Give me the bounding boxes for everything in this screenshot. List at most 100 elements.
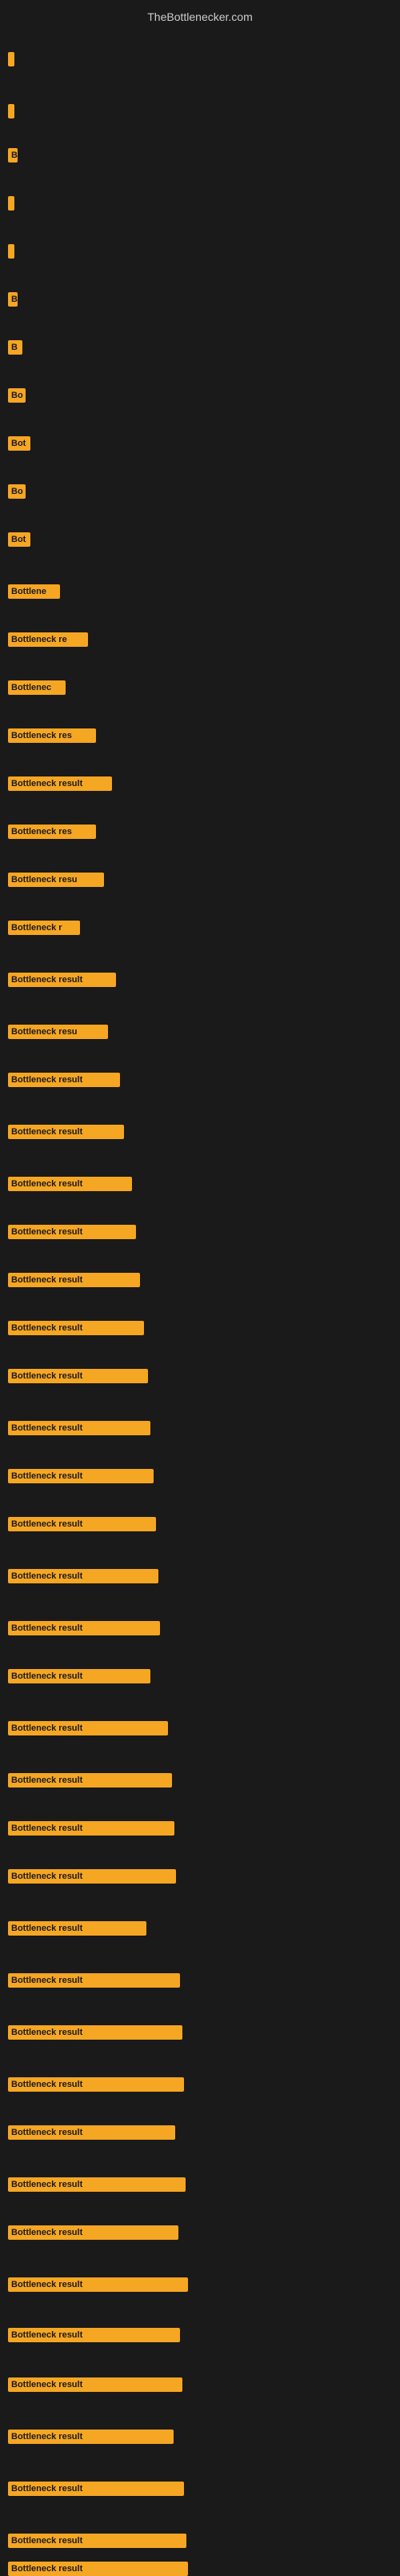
bar-label: Bottleneck resu xyxy=(11,1027,78,1037)
bar-item: Bottleneck result xyxy=(8,2328,180,2342)
bar-item: Bottleneck result xyxy=(8,2177,186,2192)
bar-item: Bottleneck res xyxy=(8,728,96,743)
bar-row: Bottleneck result xyxy=(8,1517,156,1531)
bar-label: Bo xyxy=(11,391,23,400)
bar-label: Bottleneck result xyxy=(11,1371,82,1381)
bar-item xyxy=(8,244,14,259)
bar-row: Bottleneck result xyxy=(8,2430,174,2444)
bar-item: Bottleneck result xyxy=(8,2377,182,2392)
bar-item: Bottleneck result xyxy=(8,1569,158,1583)
bar-item xyxy=(8,104,14,118)
bar-row: Bottleneck result xyxy=(8,1773,172,1788)
bar-row: Bottleneck result xyxy=(8,973,116,987)
bar-item: Bottleneck result xyxy=(8,776,112,791)
bar-label: Bottleneck result xyxy=(11,2484,82,2494)
bar-label: Bottleneck result xyxy=(11,1571,82,1581)
bar-item: Bottleneck resu xyxy=(8,1025,108,1039)
bar-item: Bo xyxy=(8,484,26,499)
bar-row: Bottleneck result xyxy=(8,1821,174,1836)
bar-row xyxy=(8,196,14,211)
bar-item: Bot xyxy=(8,532,30,547)
bar-item xyxy=(8,52,14,66)
bar-row: Bottleneck result xyxy=(8,2125,175,2140)
bar-row: Bottleneck result xyxy=(8,2277,188,2292)
bar-item: Bottleneck result xyxy=(8,1721,168,1735)
bar-row: Bottleneck result xyxy=(8,1469,154,1483)
bar-label: Bottleneck result xyxy=(11,2330,82,2340)
bar-item: Bottleneck result xyxy=(8,1821,174,1836)
bar-row xyxy=(8,104,14,118)
bar-row xyxy=(8,244,14,259)
bar-row: Bottleneck res xyxy=(8,728,96,743)
bar-label: Bottleneck result xyxy=(11,1275,82,1285)
bar-label: Bottleneck result xyxy=(11,2080,82,2089)
bar-label: Bottleneck result xyxy=(11,1519,82,1529)
bar-label: Bottleneck result xyxy=(11,1924,82,1933)
bar-label: Bottleneck result xyxy=(11,2180,82,2189)
bar-row: Bottleneck r xyxy=(8,921,80,935)
bar-row: Bottleneck result xyxy=(8,1869,176,1884)
bar-item: Bottleneck result xyxy=(8,2125,175,2140)
bar-row: Bot xyxy=(8,532,30,547)
bar-label: Bottleneck result xyxy=(11,1671,82,1681)
bar-row: Bottleneck result xyxy=(8,1369,148,1383)
bar-label: Bot xyxy=(11,535,26,544)
bar-row: Bottleneck result xyxy=(8,1125,124,1139)
bar-item: Bottleneck result xyxy=(8,1669,150,1683)
bar-row: B xyxy=(8,148,18,163)
bar-row: Bottleneck result xyxy=(8,2562,188,2576)
bar-label: Bottleneck result xyxy=(11,2536,82,2546)
bar-item: Bottleneck result xyxy=(8,1469,154,1483)
bar-row: Bottleneck result xyxy=(8,1921,146,1936)
bar-item: Bottleneck resu xyxy=(8,873,104,887)
bar-item: Bottleneck result xyxy=(8,1369,148,1383)
bar-item: Bottleneck result xyxy=(8,1125,124,1139)
bar-row: Bottleneck result xyxy=(8,1073,120,1087)
bar-label: Bottleneck result xyxy=(11,1323,82,1333)
bar-row: Bottleneck result xyxy=(8,2177,186,2192)
bar-label: Bottleneck r xyxy=(11,923,62,933)
bar-label: Bottleneck result xyxy=(11,2280,82,2289)
bar-row: Bottleneck result xyxy=(8,2328,180,2342)
bar-row: Bot xyxy=(8,436,30,451)
bar-item xyxy=(8,196,14,211)
bar-row: Bottlenec xyxy=(8,680,66,695)
bar-label: Bottleneck result xyxy=(11,2380,82,2389)
bar-label: Bottleneck result xyxy=(11,1423,82,1433)
bar-label: Bottleneck result xyxy=(11,779,82,788)
bar-item: Bottleneck result xyxy=(8,1773,172,1788)
bar-label: Bottleneck result xyxy=(11,1075,82,1085)
bar-row: Bottleneck result xyxy=(8,1273,140,1287)
bar-label: Bottleneck result xyxy=(11,1471,82,1481)
bar-row: Bottleneck result xyxy=(8,1321,144,1335)
bar-label: B xyxy=(11,343,18,352)
bar-label: Bottlene xyxy=(11,587,46,596)
bar-row: Bottleneck result xyxy=(8,2377,182,2392)
bar-row: Bottleneck result xyxy=(8,1421,150,1435)
bar-item: Bottleneck result xyxy=(8,2562,188,2576)
bar-row: Bottleneck resu xyxy=(8,873,104,887)
bar-item: Bottleneck result xyxy=(8,1421,150,1435)
bar-label: Bottleneck resu xyxy=(11,875,78,885)
bar-row: Bottlene xyxy=(8,584,60,599)
bar-label: Bottleneck result xyxy=(11,1623,82,1633)
bar-item: Bottleneck result xyxy=(8,2430,174,2444)
bar-item: Bottleneck result xyxy=(8,2077,184,2092)
bar-item: Bo xyxy=(8,388,26,403)
bar-item: Bottlenec xyxy=(8,680,66,695)
bar-label: Bottleneck result xyxy=(11,1976,82,1985)
bar-row: Bottleneck result xyxy=(8,1669,150,1683)
bar-label: Bottleneck result xyxy=(11,1227,82,1237)
bar-item: Bottleneck result xyxy=(8,1517,156,1531)
bar-row: Bottleneck result xyxy=(8,1721,168,1735)
bar-item: Bottleneck result xyxy=(8,2534,186,2548)
bar-item: Bottleneck result xyxy=(8,1869,176,1884)
bar-row: B xyxy=(8,292,18,307)
bar-label: Bottleneck result xyxy=(11,1179,82,1189)
bar-row: Bottleneck result xyxy=(8,1225,136,1239)
bar-row: B xyxy=(8,340,22,355)
bar-item: Bot xyxy=(8,436,30,451)
bar-label: B xyxy=(11,295,18,304)
bar-row: Bottleneck result xyxy=(8,1621,160,1635)
bar-row: Bottleneck result xyxy=(8,2225,178,2240)
